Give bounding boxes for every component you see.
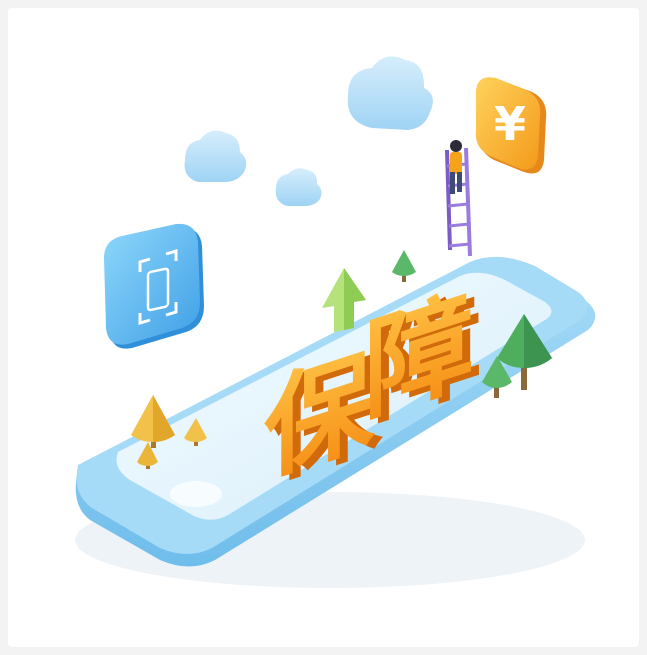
- tree-icon: [392, 250, 416, 282]
- yen-badge-icon: ¥: [475, 77, 547, 174]
- illustration-canvas: ¥ 保 保 障 障: [75, 56, 596, 588]
- home-button-icon: [170, 481, 222, 507]
- cloud-icon: [347, 56, 433, 130]
- scan-badge-icon: [104, 223, 204, 349]
- currency-symbol: ¥: [494, 97, 526, 151]
- cloud-icon: [275, 168, 322, 206]
- cloud-icon: [184, 130, 247, 182]
- headline: 保 保 障 障: [264, 274, 482, 502]
